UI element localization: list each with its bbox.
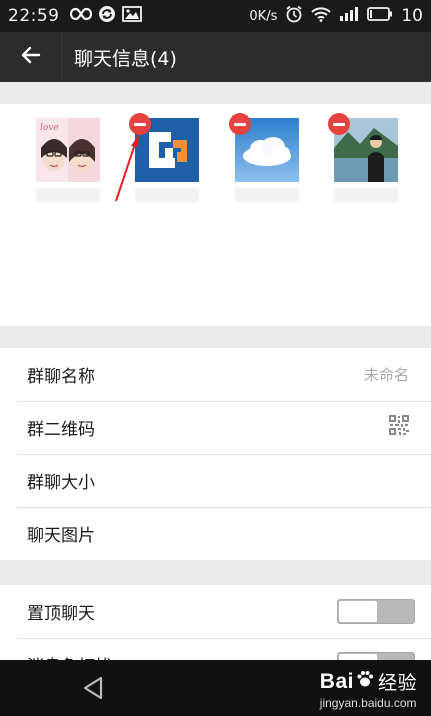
battery-level: 10 (401, 6, 423, 26)
alarm-icon (285, 5, 303, 28)
battery-icon (367, 6, 393, 26)
row-group-name[interactable]: 群聊名称 未命名 (0, 348, 431, 401)
status-left-icons (69, 5, 142, 28)
system-nav-bar: Bai 经验 jingyan.baidu.com (0, 660, 431, 716)
watermark-brand-left: Bai (319, 669, 354, 693)
row-value: 未命名 (363, 366, 409, 384)
nav-bar: 聊天信息(4) (0, 32, 431, 82)
toggle-knob (339, 601, 377, 622)
row-label: 群二维码 (27, 420, 95, 440)
pin-chat-toggle[interactable] (337, 599, 415, 624)
wifi-icon (311, 6, 332, 27)
net-speed: 0K/s (249, 8, 278, 24)
arrow-left-icon (21, 46, 41, 68)
settings-group-info: 群聊名称 未命名 群二维码 群聊大小 聊天图片 (0, 348, 431, 560)
sync-icon (98, 5, 116, 28)
status-bar: 22:59 0K/s 10 (0, 0, 431, 32)
row-pin-chat[interactable]: 置顶聊天 (0, 585, 431, 638)
row-label: 置顶聊天 (27, 604, 95, 624)
row-chat-images[interactable]: 聊天图片 (0, 507, 431, 560)
baidu-jingyan-watermark: Bai 经验 jingyan.baidu.com (319, 668, 417, 711)
screen: 22:59 0K/s 10 聊天信息(4) love 群聊名称 未命名 群二维码… (0, 0, 431, 716)
status-right: 0K/s 10 (249, 5, 423, 28)
qr-code-icon (389, 415, 409, 440)
page-title: 聊天信息(4) (74, 47, 177, 70)
image-notification-icon (121, 5, 142, 27)
watermark-url: jingyan.baidu.com (319, 696, 417, 710)
signal-icon (339, 6, 359, 26)
infinity-icon (69, 6, 92, 26)
row-label: 聊天图片 (27, 526, 95, 546)
row-group-qrcode[interactable]: 群二维码 (0, 401, 431, 454)
row-label: 群聊大小 (27, 473, 95, 493)
member-grid: love (0, 104, 431, 326)
back-button[interactable] (0, 32, 62, 82)
status-time: 22:59 (8, 6, 60, 26)
watermark-brand: Bai 经验 (320, 668, 417, 695)
watermark-brand-right: 经验 (377, 672, 417, 694)
system-back-icon[interactable] (82, 676, 104, 704)
row-label: 群聊名称 (27, 367, 95, 387)
row-group-size[interactable]: 群聊大小 (0, 454, 431, 507)
annotation-arrow-icon (115, 134, 139, 202)
paw-icon (355, 669, 375, 695)
